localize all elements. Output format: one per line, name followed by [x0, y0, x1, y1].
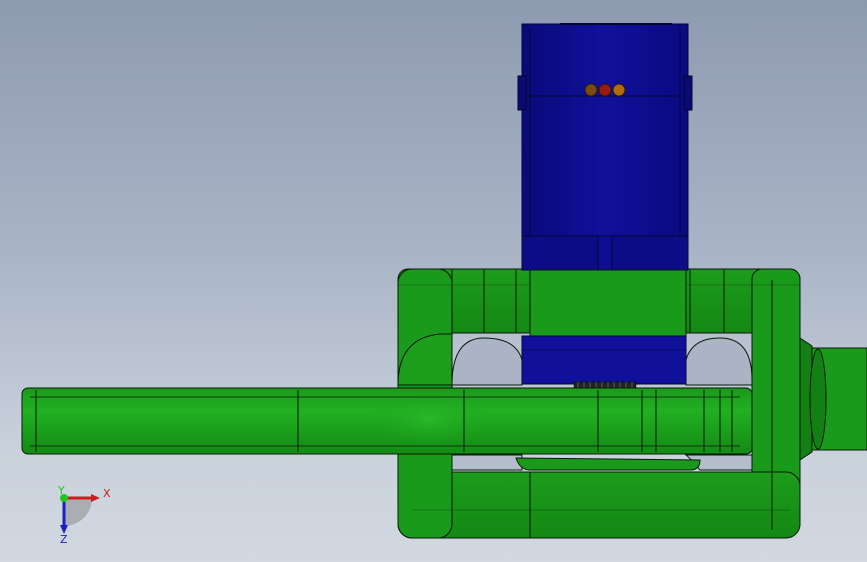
indicator-light-3 [612, 83, 626, 97]
indicator-light-2 [598, 83, 612, 97]
indicator-light-1 [584, 83, 598, 97]
z-axis-label: Z [60, 533, 68, 546]
3d-viewport[interactable]: X Y Z [0, 0, 867, 562]
motor-body [517, 23, 693, 271]
right-boss [799, 337, 867, 461]
coordinate-triad[interactable]: X Y Z [57, 484, 111, 546]
motor-coupling [521, 269, 687, 389]
x-axis-arrowhead [91, 494, 100, 502]
model-canvas[interactable]: X Y Z [0, 0, 867, 562]
green-arm [21, 387, 753, 455]
y-axis-label: Y [57, 484, 65, 497]
triad-plane-shading [64, 498, 92, 526]
x-axis-label: X [103, 487, 111, 500]
